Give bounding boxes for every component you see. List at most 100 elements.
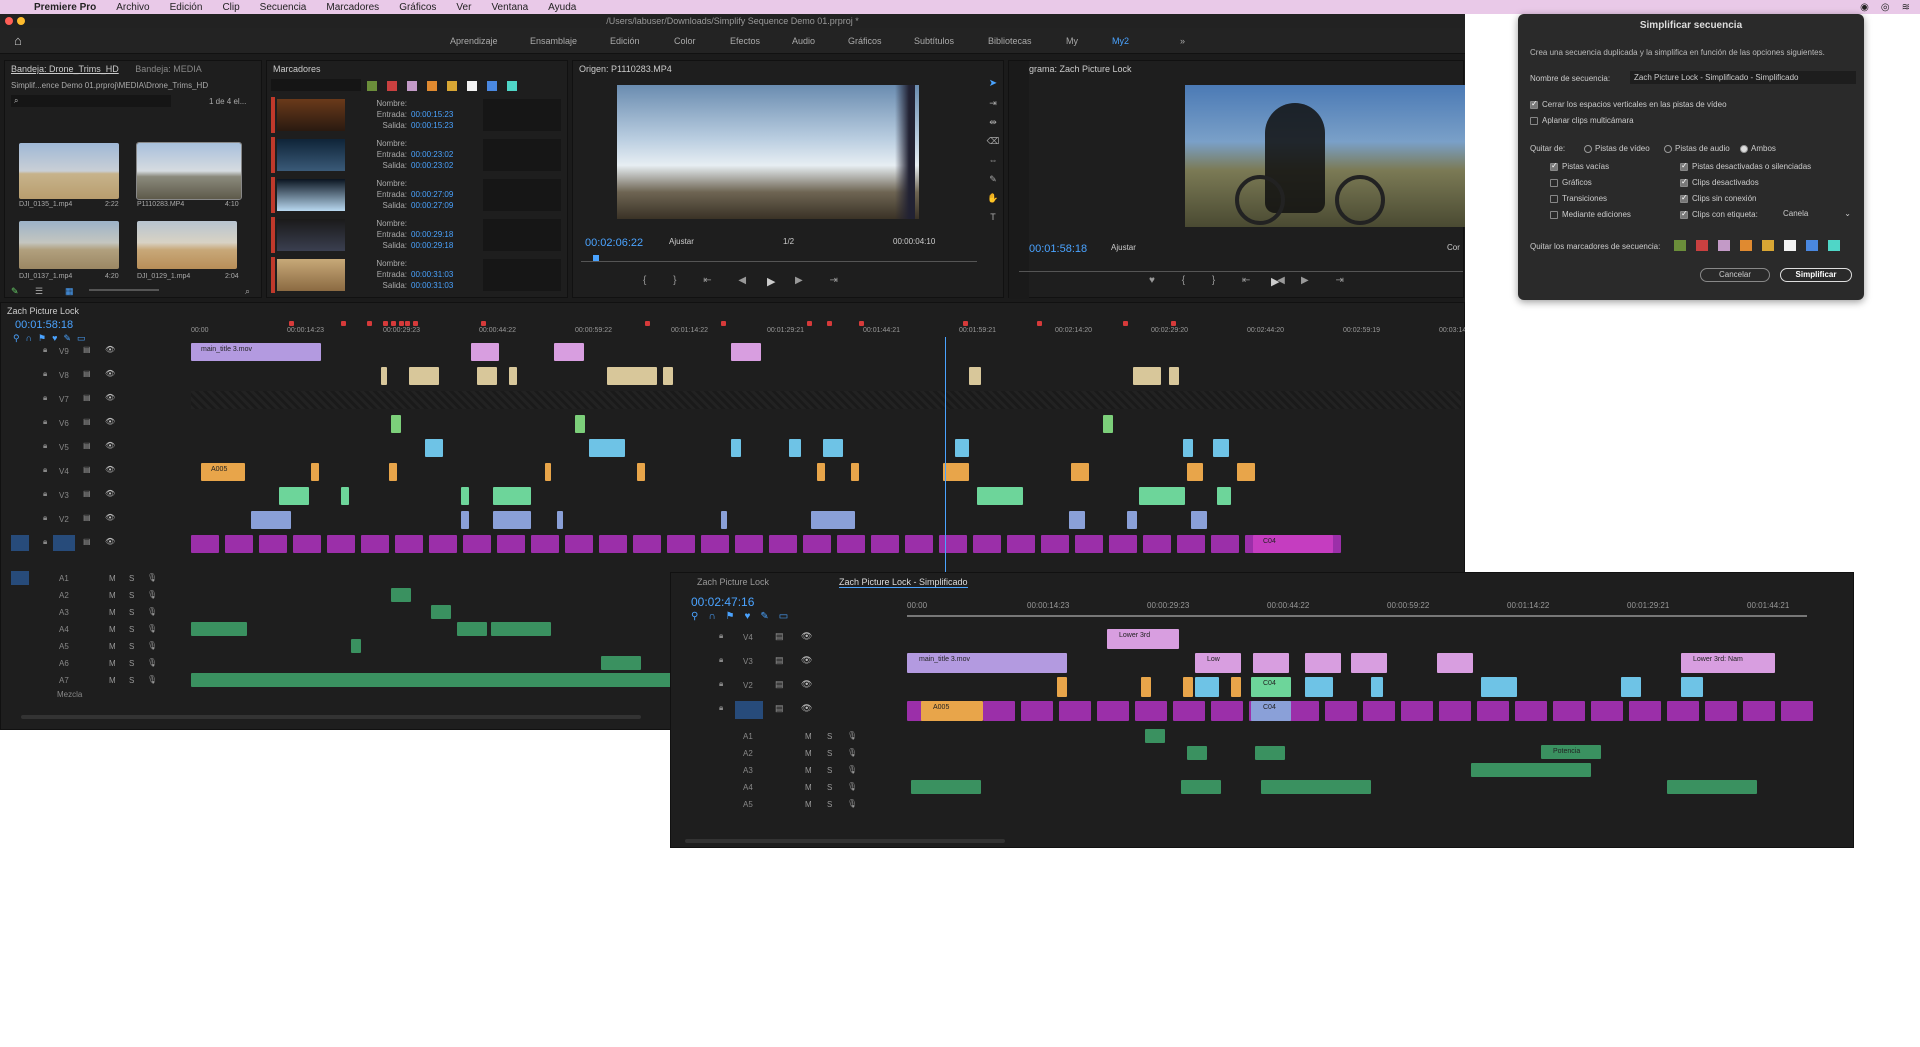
clip[interactable] <box>1231 677 1241 697</box>
v1-clip[interactable] <box>905 535 933 553</box>
mic-icon[interactable]: 🎙︎ <box>147 624 157 633</box>
radio-both-icon[interactable] <box>1740 144 1748 153</box>
new-bin-icon[interactable]: ⌕ <box>245 286 250 297</box>
v1-clip[interactable] <box>1325 701 1357 721</box>
program-scrubber[interactable] <box>1019 271 1463 272</box>
marker-comment-box[interactable] <box>483 99 561 131</box>
film-icon[interactable]: ▤ <box>83 417 91 426</box>
clip[interactable] <box>461 511 469 529</box>
program-tab[interactable]: Programa: Zach Picture Lock <box>1009 61 1463 77</box>
clip[interactable] <box>977 487 1023 505</box>
marker-filter-swatch[interactable] <box>387 81 397 91</box>
audio-clip[interactable] <box>351 639 361 653</box>
dialog-marker-swatch[interactable] <box>1784 240 1796 251</box>
video-track-header[interactable]: 🔒︎ V4 ▤ 👁︎ <box>671 629 891 647</box>
mic-icon[interactable]: 🎙︎ <box>147 675 157 684</box>
radio-audio-tracks[interactable]: Pistas de audio <box>1664 144 1730 153</box>
tab-bin-drone[interactable]: Bandeja: Drone_Trims_HD <box>11 64 119 74</box>
marker-out-value[interactable]: 00:00:15:23 <box>411 121 453 130</box>
v1-clip[interactable] <box>1401 701 1433 721</box>
source-transport-right[interactable]: ▶ ⇥ <box>795 275 850 286</box>
tab-zach-picture-lock[interactable]: Zach Picture Lock <box>697 577 769 587</box>
ws-aprendizaje[interactable]: Aprendizaje <box>450 36 498 46</box>
video-track-header[interactable]: 🔒︎ V2 ▤ 👁︎ <box>1 511 151 529</box>
v1-clip[interactable] <box>1097 701 1129 721</box>
tool-selection-icon[interactable]: ➤ <box>984 74 1002 93</box>
video-track-header[interactable]: 🔒︎ V4 ▤ 👁︎ <box>1 463 151 481</box>
clip[interactable] <box>1305 677 1333 697</box>
marker-out-value[interactable]: 00:00:29:18 <box>411 241 453 250</box>
clip[interactable] <box>461 487 469 505</box>
markers-tab[interactable]: Marcadores <box>267 61 567 77</box>
v1-clip[interactable] <box>225 535 253 553</box>
v1-clip[interactable] <box>1515 701 1547 721</box>
solo-button[interactable]: S <box>129 591 134 600</box>
simplified-timeline-tools[interactable]: ⚲∩⚑♥✎▭ <box>691 611 798 622</box>
v1-clip[interactable] <box>1021 701 1053 721</box>
v1-clip[interactable] <box>395 535 423 553</box>
dialog-marker-swatch[interactable] <box>1762 240 1774 251</box>
clip[interactable] <box>425 439 443 457</box>
menu-clip[interactable]: Clip <box>222 2 239 13</box>
disabled-tracks-option[interactable]: Pistas desactivadas o silenciadas <box>1680 161 1811 171</box>
film-icon[interactable]: ▤ <box>775 703 784 714</box>
v1-clip[interactable] <box>1135 701 1167 721</box>
video-track-header[interactable]: 🔒︎ V7 ▤ 👁︎ <box>1 391 151 409</box>
v1-clip[interactable] <box>1075 535 1103 553</box>
eye-icon[interactable]: 👁︎ <box>801 655 812 666</box>
menu-archivo[interactable]: Archivo <box>116 2 149 13</box>
adjustment-clip[interactable] <box>969 367 981 385</box>
v1-clip[interactable] <box>939 535 967 553</box>
v1-clip[interactable] <box>259 535 287 553</box>
audio-clip[interactable] <box>491 622 551 636</box>
v1-clip[interactable] <box>497 535 525 553</box>
film-icon[interactable]: ▤ <box>775 679 784 690</box>
empty-tracks-option[interactable]: Pistas vacías <box>1550 161 1609 171</box>
source-res-select[interactable]: 1/2 <box>783 237 794 246</box>
audio-track-header[interactable]: A1 M S 🎙︎ <box>1 571 157 587</box>
clip[interactable] <box>1183 439 1193 457</box>
audio-track-header[interactable]: A4 M S 🎙︎ <box>1 622 157 638</box>
disabled-clips-checkbox[interactable] <box>1680 177 1688 187</box>
eye-icon[interactable]: 👁︎ <box>105 393 115 402</box>
sequence-marker[interactable] <box>341 321 346 326</box>
clip[interactable] <box>1481 677 1517 697</box>
flatten-checkbox[interactable] <box>1530 116 1538 125</box>
sequence-marker[interactable] <box>367 321 372 326</box>
disabled-tracks-checkbox[interactable] <box>1680 161 1688 171</box>
sequence-marker[interactable] <box>645 321 650 326</box>
v1-clip[interactable] <box>1109 535 1137 553</box>
v1-clip[interactable] <box>983 701 1015 721</box>
clip[interactable] <box>1069 511 1085 529</box>
label-color-select[interactable]: Canela ⌄ <box>1780 208 1854 220</box>
v1-clip[interactable] <box>1143 535 1171 553</box>
simplified-scrollbar[interactable] <box>685 839 1005 843</box>
film-icon[interactable]: ▤ <box>83 393 91 402</box>
solo-button[interactable]: S <box>129 642 134 651</box>
clip[interactable] <box>637 463 645 481</box>
clip[interactable] <box>1139 487 1185 505</box>
source-fit-select[interactable]: Ajustar <box>669 237 694 246</box>
v1-clip[interactable] <box>1363 701 1395 721</box>
dialog-marker-swatch[interactable] <box>1674 240 1686 251</box>
clip[interactable] <box>1681 677 1703 697</box>
video-track-header[interactable]: 🔒︎ V5 ▤ 👁︎ <box>1 439 151 457</box>
clip[interactable] <box>493 487 531 505</box>
v1-clip[interactable] <box>361 535 389 553</box>
timeline-tab[interactable]: Zach Picture Lock <box>1 303 1464 319</box>
marker-filter-swatch[interactable] <box>467 81 477 91</box>
v1-clip[interactable] <box>735 535 763 553</box>
disabled-clips-option[interactable]: Clips desactivados <box>1680 177 1759 187</box>
sequence-marker[interactable] <box>807 321 812 326</box>
mic-icon[interactable]: 🎙︎ <box>147 607 157 616</box>
simplified-work-area[interactable] <box>907 615 1807 617</box>
lock-icon[interactable]: 🔒︎ <box>43 537 47 547</box>
v1-clip[interactable] <box>1667 701 1699 721</box>
clip-thumb-1[interactable] <box>136 142 242 200</box>
marker-comment-box[interactable] <box>483 219 561 251</box>
audio-track-header[interactable]: A3 M S 🎙︎ <box>1 605 157 621</box>
clip[interactable] <box>1217 487 1231 505</box>
program-transport[interactable]: ♥ { } ⇤ ◀ <box>1149 275 1297 286</box>
marker-row[interactable]: Nombre: Entrada: 00:00:27:09 Salida: 00:… <box>271 177 561 213</box>
lock-icon[interactable]: 🔒︎ <box>43 345 47 355</box>
